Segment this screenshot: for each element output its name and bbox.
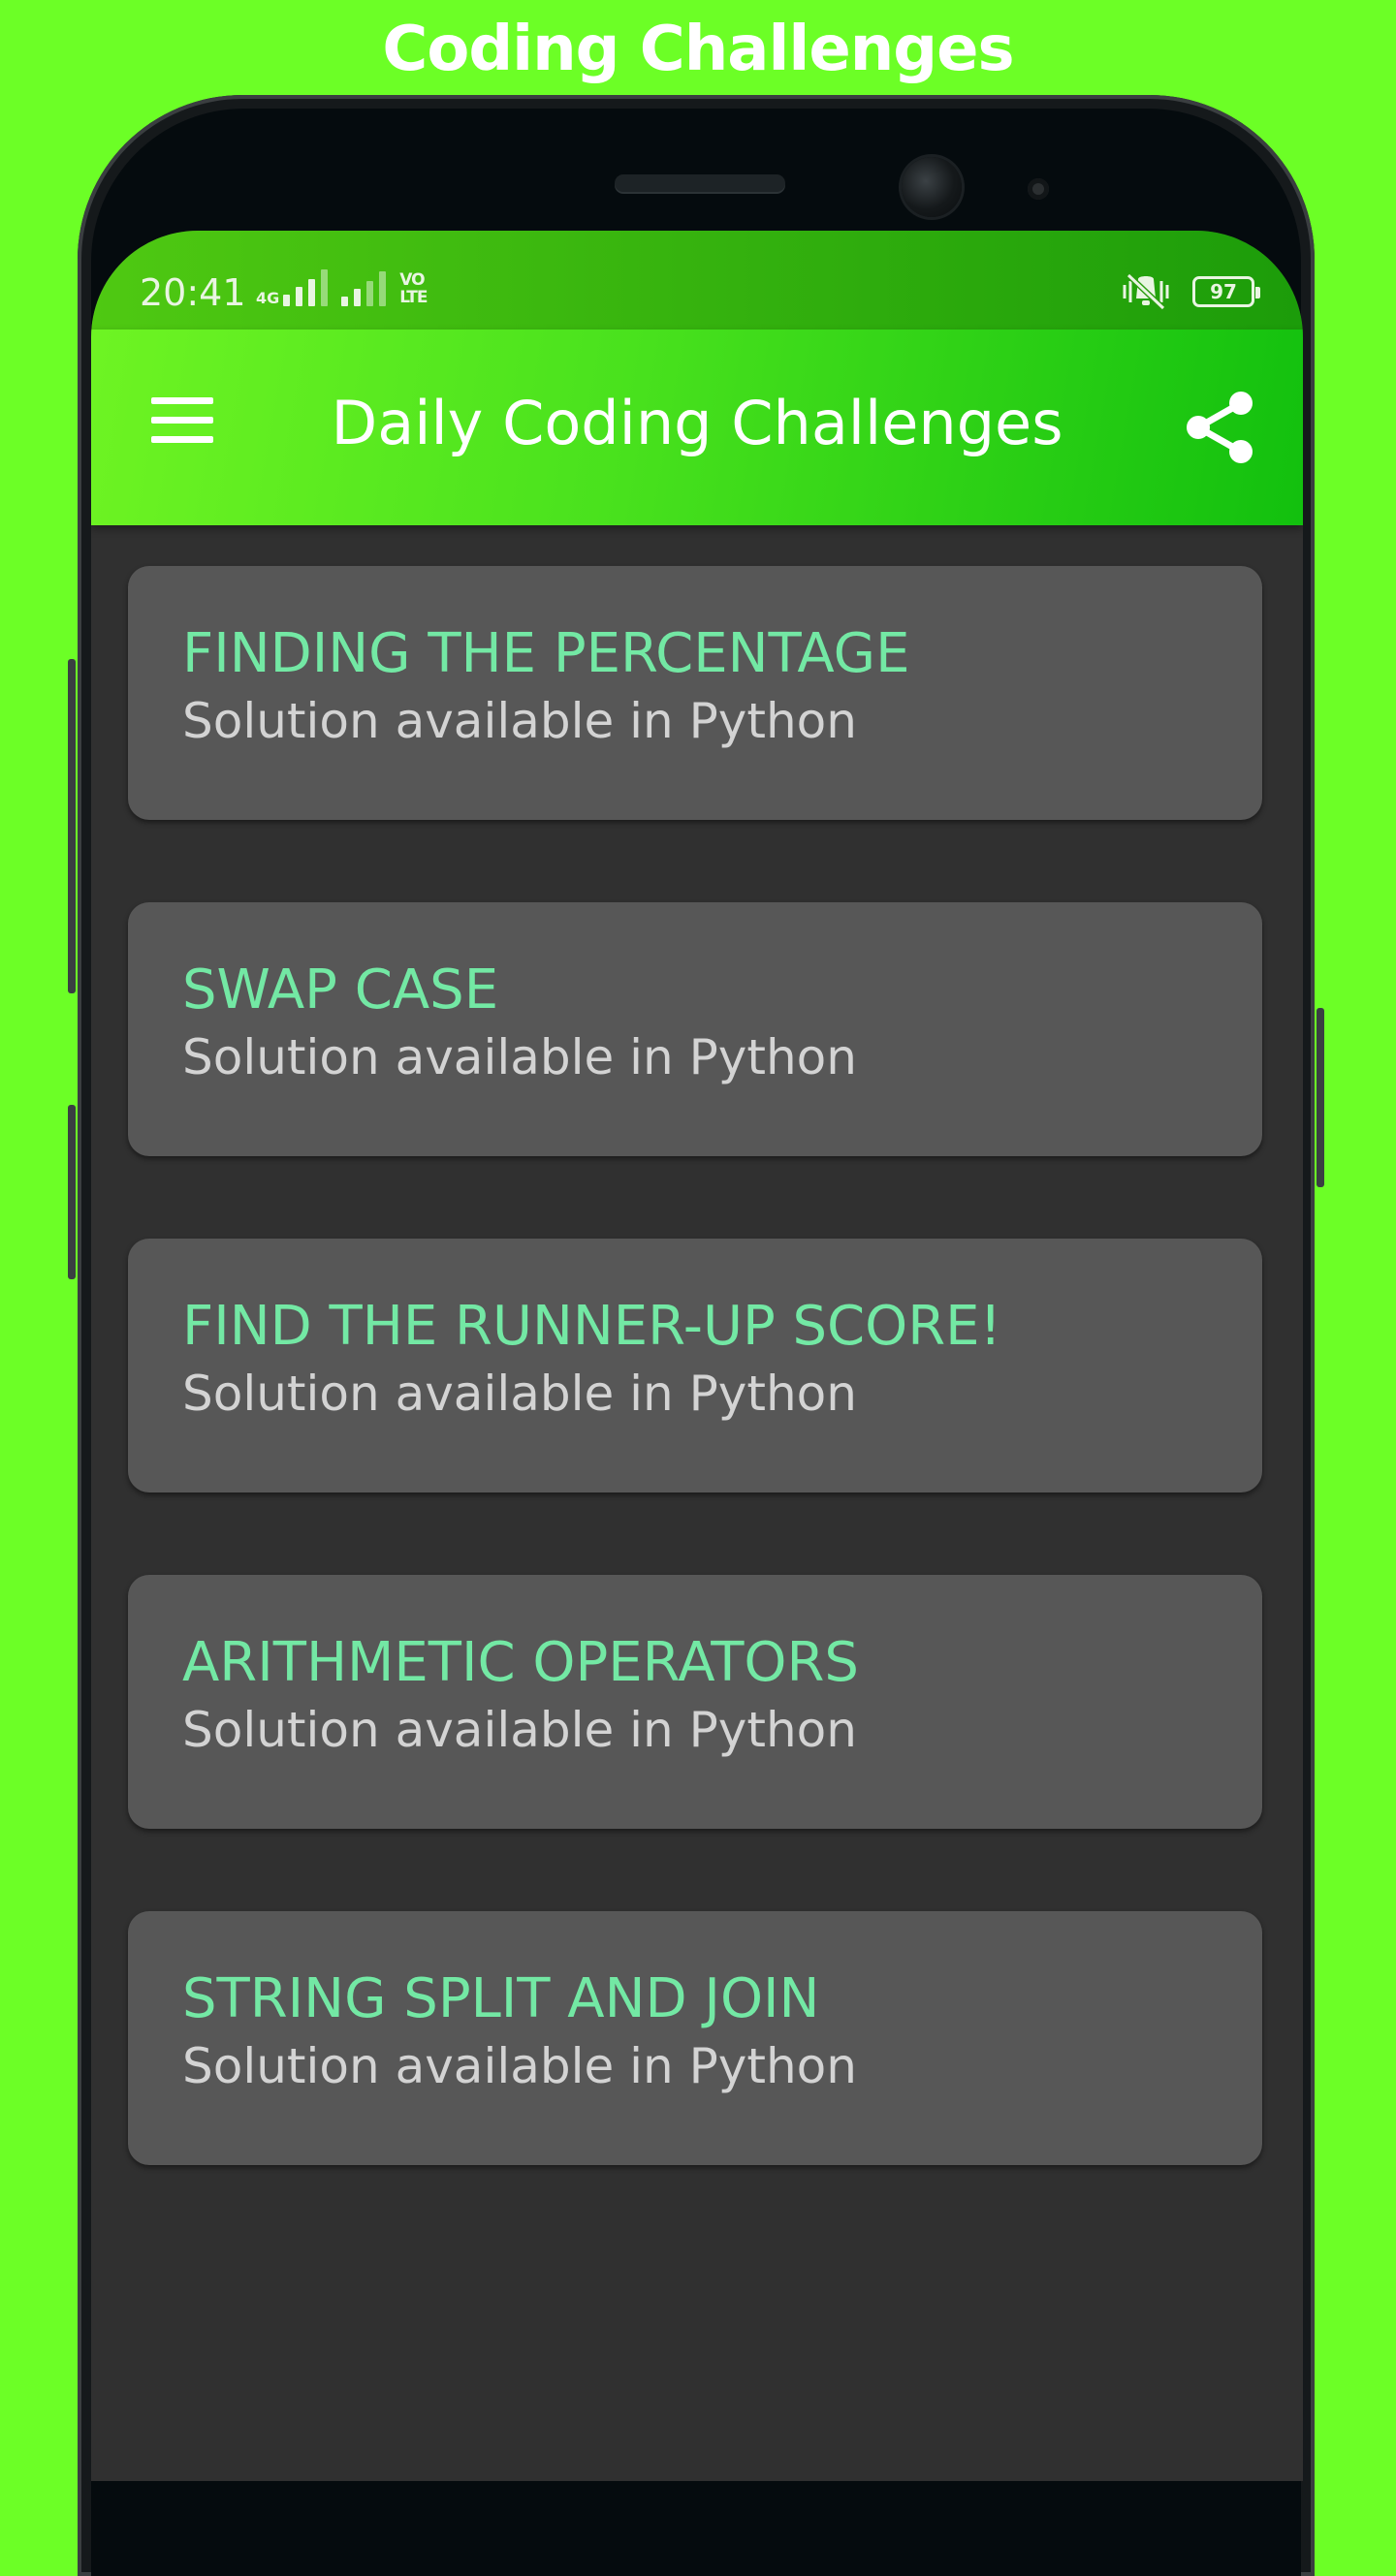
vibrate-mute-icon xyxy=(1123,272,1169,311)
promo-headline: Coding Challenges xyxy=(382,14,1014,85)
challenge-subtitle: Solution available in Python xyxy=(182,2038,857,2094)
challenge-subtitle: Solution available in Python xyxy=(182,1702,857,1758)
volume-button xyxy=(68,659,76,993)
challenge-title: FIND THE RUNNER-UP SCORE! xyxy=(182,1295,1001,1358)
challenge-subtitle: Solution available in Python xyxy=(182,1366,857,1422)
status-right-icons: 97 xyxy=(1119,271,1260,312)
signal-4g-icon: 4G xyxy=(256,269,329,307)
share-icon[interactable] xyxy=(1183,390,1256,465)
app-title: Daily Coding Challenges xyxy=(331,388,1063,458)
earpiece-speaker xyxy=(615,174,785,192)
signal-indicators: 4G VO LTE xyxy=(256,269,448,306)
network-type-label: 4G xyxy=(256,289,280,307)
bixby-button xyxy=(68,1105,76,1279)
battery-icon: 97 xyxy=(1192,276,1260,307)
challenge-title: ARITHMETIC OPERATORS xyxy=(182,1631,859,1694)
challenge-subtitle: Solution available in Python xyxy=(182,1029,857,1085)
app-bar: Daily Coding Challenges xyxy=(91,330,1303,525)
challenge-card[interactable]: SWAP CASE Solution available in Python xyxy=(128,902,1262,1156)
challenge-subtitle: Solution available in Python xyxy=(182,693,857,749)
challenge-title: STRING SPLIT AND JOIN xyxy=(182,1967,820,2030)
challenge-card[interactable]: FIND THE RUNNER-UP SCORE! Solution availa… xyxy=(128,1239,1262,1492)
status-bar: 20:41 4G VO LTE 97 xyxy=(91,231,1303,330)
signal-sim2-icon xyxy=(341,269,387,306)
challenge-card[interactable]: FINDING THE PERCENTAGE Solution available… xyxy=(128,566,1262,820)
power-button xyxy=(1317,1008,1324,1187)
front-camera xyxy=(902,157,962,217)
challenge-list: FINDING THE PERCENTAGE Solution available… xyxy=(128,566,1262,2247)
challenge-title: SWAP CASE xyxy=(182,958,499,1021)
challenge-card[interactable]: ARITHMETIC OPERATORS Solution available i… xyxy=(128,1575,1262,1829)
app-screen: 20:41 4G VO LTE 97 Daily Coding Challeng… xyxy=(91,231,1303,2481)
proximity-sensor xyxy=(1028,178,1049,200)
challenge-card[interactable]: STRING SPLIT AND JOIN Solution available … xyxy=(128,1911,1262,2165)
status-time: 20:41 xyxy=(140,271,246,314)
challenge-title: FINDING THE PERCENTAGE xyxy=(182,622,910,685)
volte-icon: VO LTE xyxy=(399,270,428,307)
